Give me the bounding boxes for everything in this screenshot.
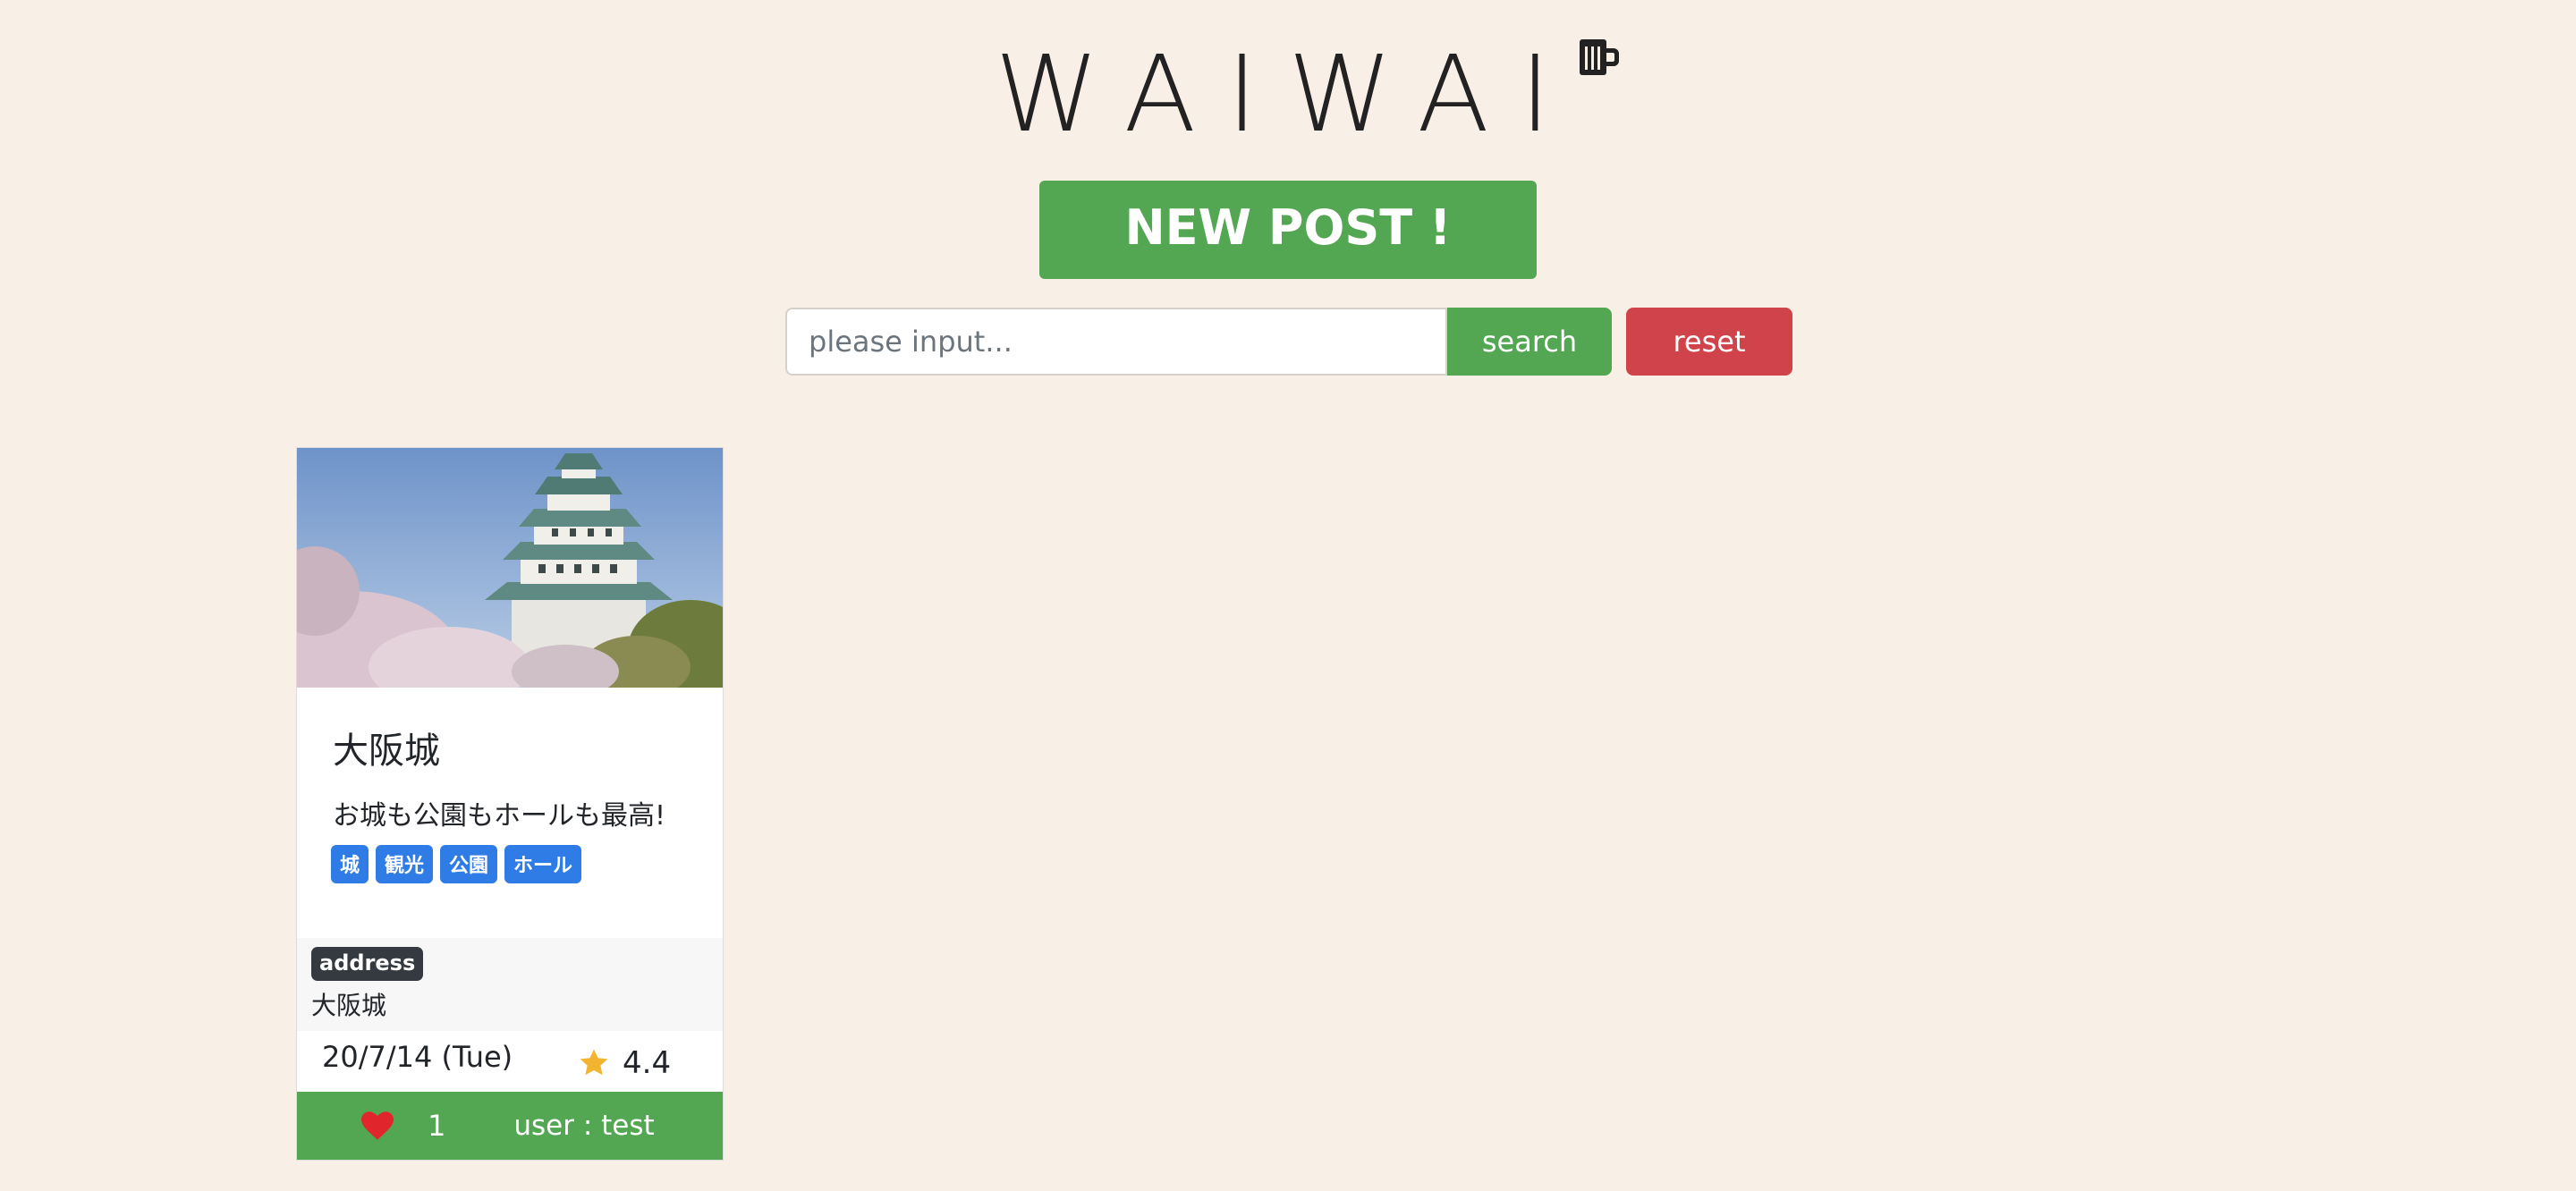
address-badge: address xyxy=(311,947,424,981)
logo-text: WAIWAI xyxy=(995,32,1581,156)
post-date: 20/7/14 (Tue) xyxy=(322,1040,513,1074)
post-user[interactable]: user : test xyxy=(513,1110,654,1142)
beer-mug-icon xyxy=(1579,39,1619,75)
post-text: お城も公園もホールも最高! xyxy=(333,800,666,832)
address-text: 大阪城 xyxy=(311,991,387,1020)
like-count: 1 xyxy=(428,1109,446,1143)
post-meta: 20/7/14 (Tue) 4.4 xyxy=(297,1031,723,1094)
search-bar: search reset xyxy=(785,308,1792,376)
heart-icon[interactable] xyxy=(361,1111,394,1140)
search-button[interactable]: search xyxy=(1447,308,1612,376)
site-logo[interactable]: WAIWAI xyxy=(0,32,2576,156)
tag-badge[interactable]: 公園 xyxy=(440,845,498,883)
search-input[interactable] xyxy=(785,308,1447,376)
tag-list: 城 観光 公園 ホール xyxy=(331,845,687,883)
post-image[interactable] xyxy=(297,448,724,688)
tag-badge[interactable]: 城 xyxy=(331,845,369,883)
card-footer: 1 user : test xyxy=(297,1092,723,1160)
new-post-button[interactable]: NEW POST ! xyxy=(1039,181,1537,279)
rating: 4.4 xyxy=(578,1045,671,1081)
post-title: 大阪城 xyxy=(333,731,440,772)
reset-button[interactable]: reset xyxy=(1626,308,1792,376)
address-block: address 大阪城 xyxy=(297,938,723,1031)
post-card[interactable]: 大阪城 お城も公園もホールも最高! 城 観光 公園 ホール address 大阪… xyxy=(296,447,724,1161)
rating-value: 4.4 xyxy=(623,1045,672,1081)
tag-badge[interactable]: ホール xyxy=(504,845,582,883)
star-icon xyxy=(580,1049,608,1076)
tag-badge[interactable]: 観光 xyxy=(376,845,434,883)
